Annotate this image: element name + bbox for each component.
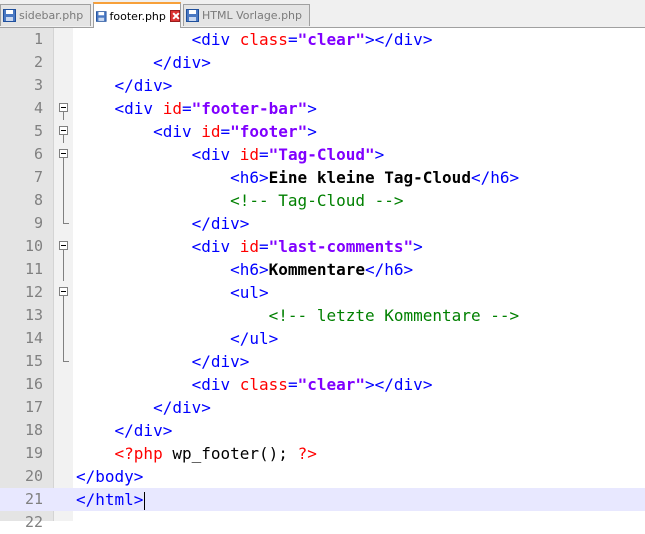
code-line[interactable]: 16 <div class="clear"></div> xyxy=(0,373,645,396)
code-line[interactable]: 1 <div class="clear"></div> xyxy=(0,28,645,51)
code-line[interactable]: 5 <div id="footer"> xyxy=(0,120,645,143)
line-number: 19 xyxy=(24,444,43,462)
code-editor[interactable]: 1 <div class="clear"></div> 2 </div> 3 </d… xyxy=(0,28,645,531)
code-text[interactable]: <?php wp_footer(); ?> xyxy=(76,442,317,465)
code-line[interactable]: 13 <!-- letzte Kommentare --> xyxy=(0,304,645,327)
code-line[interactable]: 12 <ul> xyxy=(0,281,645,304)
line-number: 16 xyxy=(24,375,43,393)
fold-minus-icon[interactable] xyxy=(59,97,70,120)
code-text[interactable]: </div> xyxy=(76,51,211,74)
code-line[interactable]: 15 </div> xyxy=(0,350,645,373)
line-number: 6 xyxy=(33,145,43,163)
text-caret xyxy=(144,491,146,510)
code-text[interactable]: <div class="clear"></div> xyxy=(76,28,433,51)
floppy-disk-icon xyxy=(186,9,199,22)
line-number: 12 xyxy=(24,283,43,301)
line-number: 2 xyxy=(33,53,43,71)
tab-label: HTML Vorlage.php xyxy=(202,9,303,22)
line-number: 17 xyxy=(24,398,43,416)
code-line[interactable]: 18 </div> xyxy=(0,419,645,442)
code-text[interactable]: </div> xyxy=(76,350,250,373)
code-text[interactable]: </div> xyxy=(76,212,250,235)
code-line[interactable]: 14 </ul> xyxy=(0,327,645,350)
fold-minus-icon[interactable] xyxy=(59,143,70,166)
code-text[interactable]: </body> xyxy=(76,465,143,488)
tab-label: sidebar.php xyxy=(19,9,84,22)
line-number: 10 xyxy=(24,237,43,255)
floppy-disk-icon xyxy=(96,10,107,22)
code-line[interactable]: 21 </html> xyxy=(0,488,645,511)
tab-html-vorlage-php[interactable]: HTML Vorlage.php xyxy=(183,4,310,26)
line-number: 13 xyxy=(24,306,43,324)
code-line[interactable]: 10 <div id="last-comments"> xyxy=(0,235,645,258)
line-number: 9 xyxy=(33,214,43,232)
code-line[interactable]: 3 </div> xyxy=(0,74,645,97)
line-number: 11 xyxy=(24,260,43,278)
code-text[interactable]: <div id="last-comments"> xyxy=(76,235,423,258)
fold-minus-icon[interactable] xyxy=(59,235,70,258)
line-number: 4 xyxy=(33,99,43,117)
line-number: 18 xyxy=(24,421,43,439)
code-text[interactable]: </ul> xyxy=(76,327,278,350)
code-line[interactable]: 22 xyxy=(0,511,645,534)
code-line[interactable]: 8 <!-- Tag-Cloud --> xyxy=(0,189,645,212)
line-number: 8 xyxy=(33,191,43,209)
line-number: 22 xyxy=(24,513,43,531)
line-number: 3 xyxy=(33,76,43,94)
code-text[interactable]: <div id="footer-bar"> xyxy=(76,97,317,120)
line-number: 1 xyxy=(33,30,43,48)
line-number: 14 xyxy=(24,329,43,347)
fold-minus-icon[interactable] xyxy=(59,120,70,143)
code-text[interactable]: <h6>Eine kleine Tag-Cloud</h6> xyxy=(76,166,519,189)
code-text[interactable]: <div id="footer"> xyxy=(76,120,317,143)
code-text[interactable]: </html> xyxy=(76,488,146,511)
fold-guide xyxy=(59,258,70,281)
tab-label: footer.php xyxy=(109,9,166,23)
code-line[interactable]: 17 </div> xyxy=(0,396,645,419)
fold-guide xyxy=(59,327,70,350)
line-number: 5 xyxy=(33,122,43,140)
code-text[interactable]: <div id="Tag-Cloud"> xyxy=(76,143,385,166)
code-text[interactable]: <!-- letzte Kommentare --> xyxy=(76,304,519,327)
tab-footer-php[interactable]: footer.php xyxy=(93,2,181,28)
code-line[interactable]: 2 </div> xyxy=(0,51,645,74)
line-number: 20 xyxy=(24,467,43,485)
code-line[interactable]: 7 <h6>Eine kleine Tag-Cloud</h6> xyxy=(0,166,645,189)
code-text[interactable]: </div> xyxy=(76,419,173,442)
fold-guide xyxy=(59,189,70,212)
tab-bar: sidebar.php footer.php HTML Vorlage.php xyxy=(0,0,645,28)
fold-guide xyxy=(59,304,70,327)
code-line[interactable]: 9 </div> xyxy=(0,212,645,235)
line-number: 7 xyxy=(33,168,43,186)
code-line[interactable]: 6 <div id="Tag-Cloud"> xyxy=(0,143,645,166)
fold-guide xyxy=(59,166,70,189)
code-line[interactable]: 20 </body> xyxy=(0,465,645,488)
code-text[interactable]: <div class="clear"></div> xyxy=(76,373,433,396)
code-text[interactable]: </div> xyxy=(76,74,173,97)
fold-minus-icon[interactable] xyxy=(59,281,70,304)
fold-guide xyxy=(59,350,70,373)
code-line[interactable]: 19 <?php wp_footer(); ?> xyxy=(0,442,645,465)
code-line[interactable]: 4 <div id="footer-bar"> xyxy=(0,97,645,120)
tab-sidebar-php[interactable]: sidebar.php xyxy=(0,4,91,26)
code-text[interactable]: <!-- Tag-Cloud --> xyxy=(76,189,403,212)
line-number: 15 xyxy=(24,352,43,370)
floppy-disk-icon xyxy=(3,9,16,22)
fold-guide xyxy=(59,212,70,235)
code-text[interactable]: <ul> xyxy=(76,281,269,304)
code-text[interactable]: </div> xyxy=(76,396,211,419)
close-icon[interactable] xyxy=(169,10,180,22)
code-text[interactable]: <h6>Kommentare</h6> xyxy=(76,258,413,281)
code-line[interactable]: 11 <h6>Kommentare</h6> xyxy=(0,258,645,281)
line-number: 21 xyxy=(24,490,43,508)
